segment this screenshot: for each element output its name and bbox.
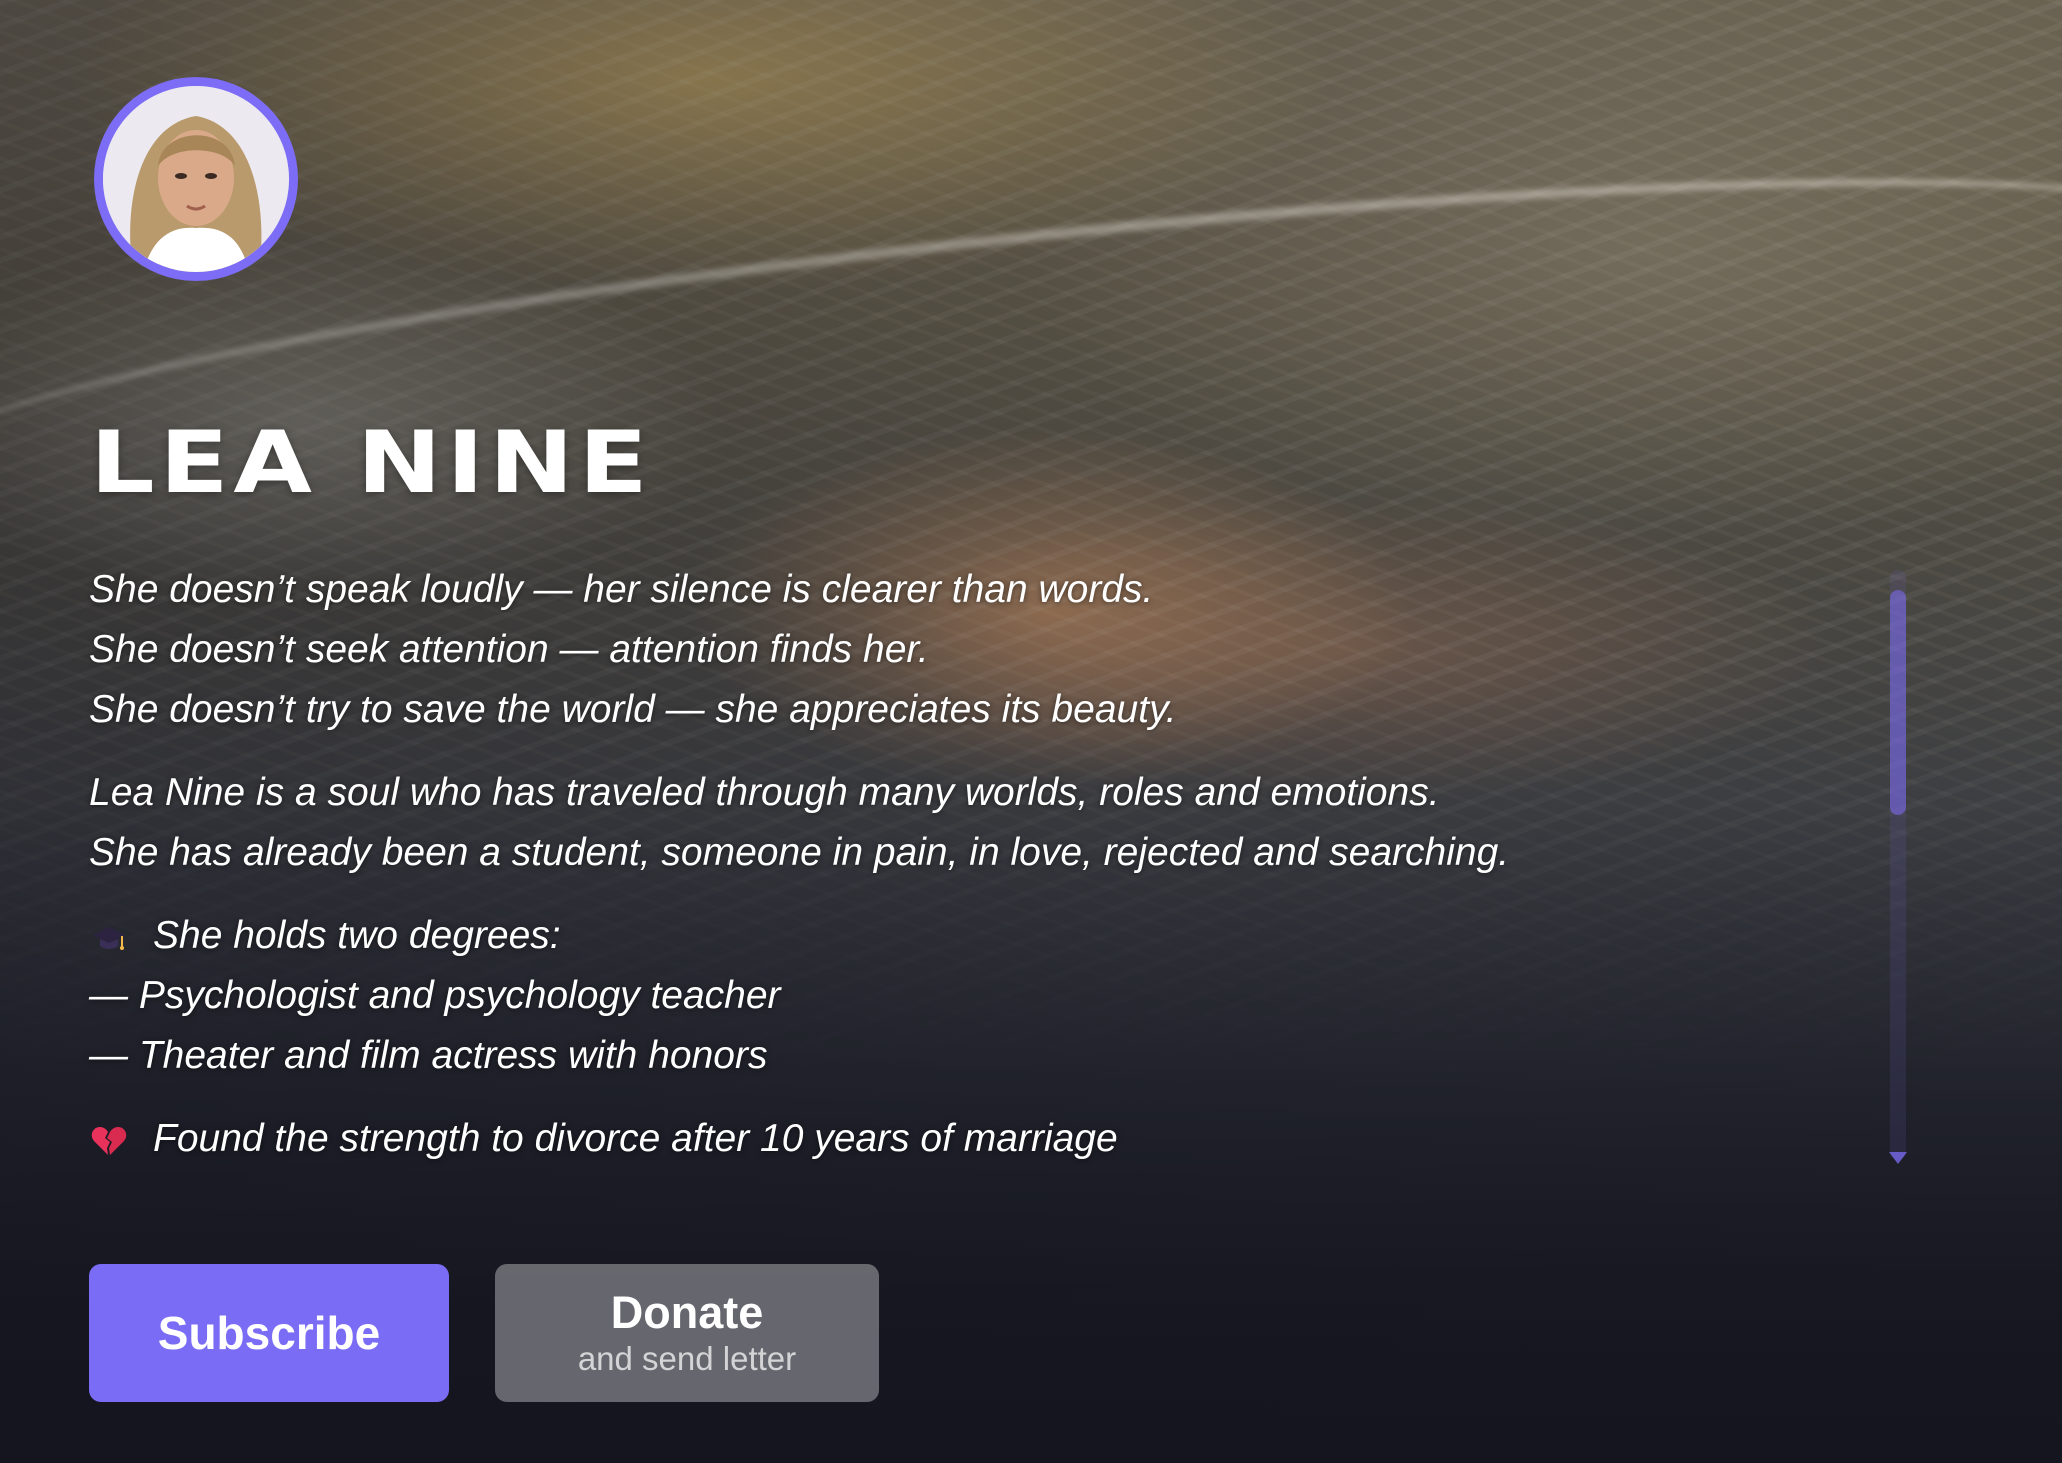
scrollbar-thumb[interactable] [1890,590,1906,815]
profile-name: LEA NINE [90,413,653,513]
bio-scrollbar[interactable] [1890,570,1906,1160]
donate-label: Donate [610,1287,764,1338]
subscribe-label: Subscribe [157,1307,381,1359]
bio-degrees: She holds two degrees: — Psychologist an… [89,906,1849,1086]
degrees-heading: She holds two degrees: [153,914,561,957]
bio-paragraph-2: Lea Nine is a soul who has traveled thro… [89,763,1849,883]
bio-line: She doesn’t seek attention — attention f… [89,628,929,671]
divorce-text: Found the strength to divorce after 10 y… [153,1117,1118,1160]
degrees-heading-line: She holds two degrees: [89,906,1849,966]
degree-item: — Theater and film actress with honors [89,1034,768,1077]
bio-divorce: Found the strength to divorce after 10 y… [89,1109,1849,1169]
bio-text: She doesn’t speak loudly — her silence i… [89,560,1849,1192]
bio-line: She doesn’t try to save the world — she … [89,688,1177,731]
donate-sublabel: and send letter [577,1340,797,1377]
graduation-cap-icon [89,906,129,966]
profile-card: LEA NINE She doesn’t speak loudly — her … [0,0,2062,1463]
degree-item: — Psychologist and psychology teacher [89,974,781,1017]
broken-heart-icon [89,1109,129,1169]
bio-line: She has already been a student, someone … [89,831,1510,874]
bio-line: She doesn’t speak loudly — her silence i… [89,568,1154,611]
donate-button[interactable]: Donate and send letter [495,1264,879,1402]
divorce-line: Found the strength to divorce after 10 y… [89,1109,1849,1169]
bio-paragraph-1: She doesn’t speak loudly — her silence i… [89,560,1849,740]
subscribe-button[interactable]: Subscribe [89,1264,449,1402]
avatar[interactable] [94,77,298,281]
scroll-down-arrow-icon[interactable] [1889,1152,1907,1164]
avatar-portrait [103,86,289,272]
bio-line: Lea Nine is a soul who has traveled thro… [89,771,1440,814]
